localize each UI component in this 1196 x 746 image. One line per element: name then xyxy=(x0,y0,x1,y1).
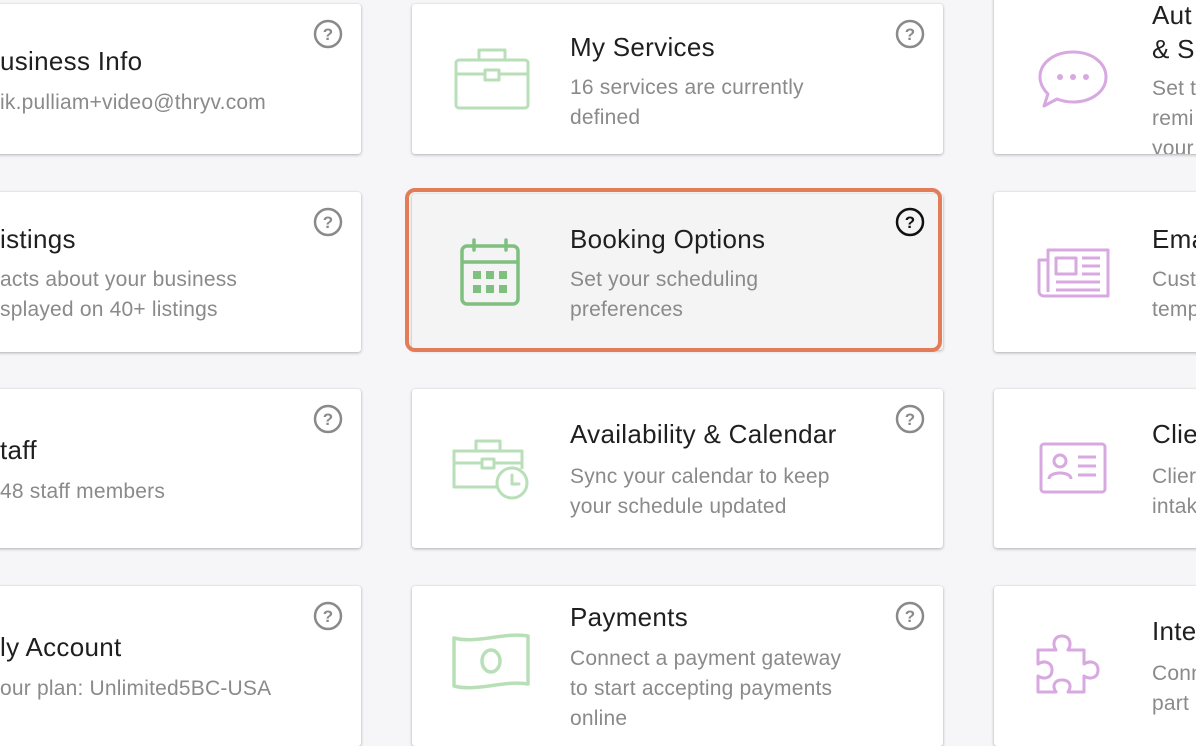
card-description-line-1: Cust xyxy=(1152,268,1196,291)
card-title: Clie xyxy=(1152,419,1196,449)
card-description: ik.pulliam+video@thryv.com xyxy=(0,91,266,114)
svg-text:?: ? xyxy=(905,410,915,429)
card-description: 48 staff members xyxy=(0,480,166,503)
card-description-line-3: your xyxy=(1152,137,1194,154)
card-title-line-1: Aut xyxy=(1152,0,1192,30)
card-automated-messages[interactable]: Aut & S Set t remi your xyxy=(994,0,1196,154)
card-title: usiness Info xyxy=(0,46,143,76)
svg-text:?: ? xyxy=(323,213,333,232)
help-icon[interactable]: ? xyxy=(312,600,344,632)
help-icon[interactable]: ? xyxy=(312,206,344,238)
card-booking-options[interactable]: Booking Options Set your scheduling pref… xyxy=(412,194,943,350)
calendar-icon xyxy=(460,238,520,306)
help-icon[interactable]: ? xyxy=(894,206,926,238)
card-description-line-1: 16 services are currently xyxy=(570,76,804,99)
card-description-line-2: remi xyxy=(1152,107,1194,130)
card-description-line-3: online xyxy=(570,707,628,730)
card-staff[interactable]: taff 48 staff members ? xyxy=(0,389,361,548)
briefcase-icon xyxy=(454,48,530,110)
card-title: Booking Options xyxy=(570,224,766,254)
card-description-line-2: splayed on 40+ listings xyxy=(0,298,218,321)
card-description-line-1: Sync your calendar to keep xyxy=(570,465,830,488)
card-description-line-1: Set your scheduling xyxy=(570,268,759,291)
card-title: Availability & Calendar xyxy=(570,419,837,449)
card-title: My Services xyxy=(570,32,715,62)
card-my-account[interactable]: ly Account our plan: Unlimited5BC-USA ? xyxy=(0,586,361,746)
card-description-line-2: preferences xyxy=(570,298,684,321)
card-description-line-2: defined xyxy=(570,106,641,129)
card-description-line-2: your schedule updated xyxy=(570,495,787,518)
card-my-services[interactable]: My Services 16 services are currently de… xyxy=(412,4,943,154)
card-description-line-1: Connect a payment gateway xyxy=(570,647,842,670)
card-description-line-1: Conn xyxy=(1152,662,1196,685)
card-description-line-2: intak xyxy=(1152,495,1196,518)
card-title: Payments xyxy=(570,602,689,632)
help-icon[interactable]: ? xyxy=(312,403,344,435)
card-description-line-2: to start accepting payments xyxy=(570,677,833,700)
card-description-line-1: Clier xyxy=(1152,465,1196,488)
svg-text:?: ? xyxy=(323,607,333,626)
help-icon[interactable]: ? xyxy=(894,403,926,435)
svg-text:?: ? xyxy=(323,410,333,429)
svg-text:?: ? xyxy=(905,213,915,232)
card-title: Ema xyxy=(1152,224,1196,254)
help-icon[interactable]: ? xyxy=(894,600,926,632)
banknote-icon xyxy=(452,633,530,690)
card-description-line-2: part xyxy=(1152,692,1189,715)
svg-text:?: ? xyxy=(905,607,915,626)
card-title: taff xyxy=(0,435,37,465)
card-payments[interactable]: Payments Connect a payment gateway to st… xyxy=(412,586,943,746)
puzzle-icon xyxy=(1036,634,1100,694)
card-title: istings xyxy=(0,224,76,254)
svg-text:?: ? xyxy=(905,25,915,44)
briefcase-clock-icon xyxy=(452,439,529,500)
svg-text:?: ? xyxy=(323,25,333,44)
card-description-line-1: acts about your business xyxy=(0,268,238,291)
id-card-icon xyxy=(1039,442,1107,494)
card-description-line-1: Set t xyxy=(1152,77,1196,100)
card-business-info[interactable]: usiness Info ik.pulliam+video@thryv.com … xyxy=(0,4,361,154)
card-title: Inte xyxy=(1152,616,1196,646)
card-availability-calendar[interactable]: Availability & Calendar Sync your calend… xyxy=(412,389,943,548)
card-listings[interactable]: istings acts about your business splayed… xyxy=(0,192,361,352)
card-email[interactable]: Ema Cust temp xyxy=(994,192,1196,352)
help-icon[interactable]: ? xyxy=(312,18,344,50)
chat-bubble-icon xyxy=(1038,50,1108,108)
card-title-line-2: & S xyxy=(1152,34,1195,64)
card-title: ly Account xyxy=(0,632,122,662)
card-description-line-2: temp xyxy=(1152,298,1196,321)
help-icon[interactable]: ? xyxy=(894,18,926,50)
card-description: our plan: Unlimited5BC-USA xyxy=(0,677,272,700)
card-client[interactable]: Clie Clier intak xyxy=(994,389,1196,548)
card-integrations[interactable]: Inte Conn part xyxy=(994,586,1196,746)
newspaper-icon xyxy=(1037,248,1110,298)
